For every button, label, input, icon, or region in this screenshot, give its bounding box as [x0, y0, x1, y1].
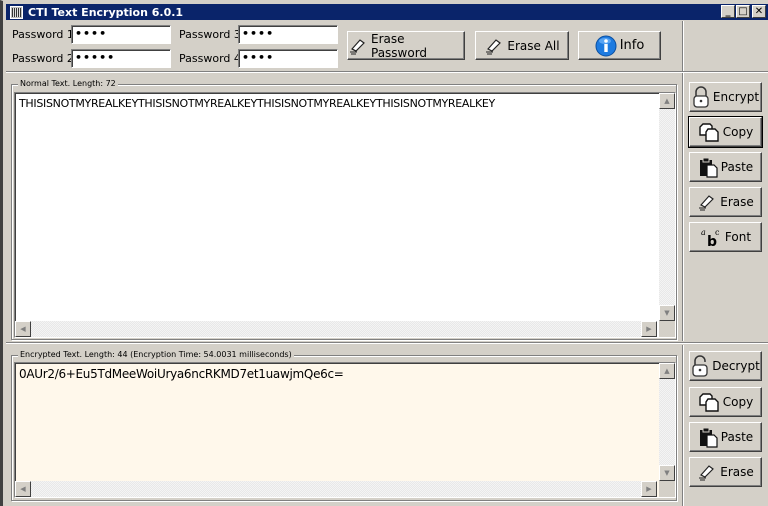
paste-encrypted-button[interactable]: Paste	[689, 422, 762, 452]
normal-text-content: THISISNOTMYREALKEYTHISISNOTMYREALKEYTHIS…	[19, 97, 495, 110]
toolbar-separator	[682, 21, 684, 71]
app-icon	[10, 5, 23, 19]
erase-normal-label: Erase	[720, 195, 754, 209]
eraser-icon	[699, 465, 715, 481]
encrypt-button[interactable]: Encrypt	[689, 82, 762, 112]
normal-horizontal-scrollbar[interactable]: ◀ ▶	[15, 321, 657, 337]
font-icon: abc	[701, 228, 720, 247]
scroll-down-arrow[interactable]: ▼	[659, 305, 675, 321]
scroll-corner	[659, 321, 675, 337]
password-2-label: Password 2	[12, 52, 74, 65]
password-1-field[interactable]: ••••	[71, 25, 171, 44]
normal-text-length-label: Normal Text. Length: 72	[18, 79, 118, 88]
erase-all-button[interactable]: Erase All	[475, 31, 569, 60]
encrypted-horizontal-scrollbar[interactable]: ◀ ▶	[15, 481, 657, 497]
password-4-label: Password 4	[179, 52, 241, 65]
scroll-right-arrow[interactable]: ▶	[641, 321, 657, 337]
erase-password-button[interactable]: Erase Password	[347, 31, 465, 60]
eraser-icon	[350, 38, 365, 54]
erase-encrypted-button[interactable]: Erase	[689, 457, 762, 487]
password-3-label: Password 3	[179, 28, 241, 41]
svg-text:c: c	[715, 228, 720, 237]
right-column-separator	[682, 345, 684, 506]
decrypt-button[interactable]: Decrypt	[689, 351, 762, 381]
svg-text:a: a	[701, 228, 706, 237]
info-label: Info	[619, 38, 645, 53]
password-2-field[interactable]: •••••	[71, 49, 171, 68]
scroll-left-arrow[interactable]: ◀	[15, 321, 31, 337]
top-separator	[6, 71, 768, 73]
close-button[interactable]: ✕	[752, 5, 766, 18]
encrypted-vertical-scrollbar[interactable]: ▲ ▼	[659, 363, 675, 481]
font-button[interactable]: abc Font	[689, 222, 762, 252]
window-title: CTI Text Encryption 6.0.1	[28, 5, 184, 19]
font-label: Font	[724, 230, 752, 244]
encrypt-label: Encrypt	[712, 90, 760, 104]
scroll-left-arrow[interactable]: ◀	[15, 481, 31, 497]
app-window: CTI Text Encryption 6.0.1 _ □ ✕ Password…	[0, 0, 768, 506]
info-button[interactable]: Info	[578, 31, 661, 60]
scroll-up-arrow[interactable]: ▲	[659, 93, 675, 109]
erase-encrypted-label: Erase	[720, 465, 754, 479]
normal-vertical-scrollbar[interactable]: ▲ ▼	[659, 93, 675, 321]
encrypted-text-area[interactable]: 0AUr2/6+Eu5TdMeeWoiUrya6ncRKMD7et1uawjmQ…	[14, 362, 676, 498]
encrypted-text-length-label: Encrypted Text. Length: 44 (Encryption T…	[18, 350, 294, 359]
paste-normal-button[interactable]: Paste	[689, 152, 762, 182]
middle-separator	[6, 342, 768, 344]
right-column-separator	[682, 73, 684, 341]
eraser-icon	[699, 195, 715, 211]
password-1-label: Password 1	[12, 28, 74, 41]
lock-icon	[693, 86, 709, 108]
paste-icon	[699, 157, 718, 178]
erase-password-label: Erase Password	[371, 31, 428, 60]
maximize-button[interactable]: □	[736, 5, 750, 18]
encrypted-text-content: 0AUr2/6+Eu5TdMeeWoiUrya6ncRKMD7et1uawjmQ…	[19, 367, 344, 381]
erase-all-label: Erase All	[507, 38, 560, 53]
eraser-icon	[486, 38, 502, 54]
password-4-field[interactable]: ••••	[238, 49, 338, 68]
copy-normal-button[interactable]: Copy	[688, 116, 763, 148]
unlock-icon	[692, 355, 708, 377]
copy-icon	[699, 123, 719, 142]
paste-normal-label: Paste	[720, 160, 754, 174]
title-bar: CTI Text Encryption 6.0.1 _ □ ✕	[6, 4, 768, 20]
copy-icon	[699, 393, 719, 412]
erase-normal-button[interactable]: Erase	[689, 187, 762, 217]
scroll-corner	[659, 481, 675, 497]
copy-encrypted-label: Copy	[722, 395, 754, 409]
copy-encrypted-button[interactable]: Copy	[689, 387, 762, 417]
password-3-field[interactable]: ••••	[238, 25, 338, 44]
copy-normal-label: Copy	[722, 125, 754, 139]
scroll-down-arrow[interactable]: ▼	[659, 465, 675, 481]
minimize-button[interactable]: _	[721, 5, 735, 18]
scroll-right-arrow[interactable]: ▶	[641, 481, 657, 497]
paste-encrypted-label: Paste	[720, 430, 754, 444]
scroll-up-arrow[interactable]: ▲	[659, 363, 675, 379]
paste-icon	[699, 427, 718, 448]
decrypt-label: Decrypt	[712, 359, 760, 373]
normal-text-area[interactable]: THISISNOTMYREALKEYTHISISNOTMYREALKEYTHIS…	[14, 92, 676, 338]
info-icon	[595, 35, 617, 56]
